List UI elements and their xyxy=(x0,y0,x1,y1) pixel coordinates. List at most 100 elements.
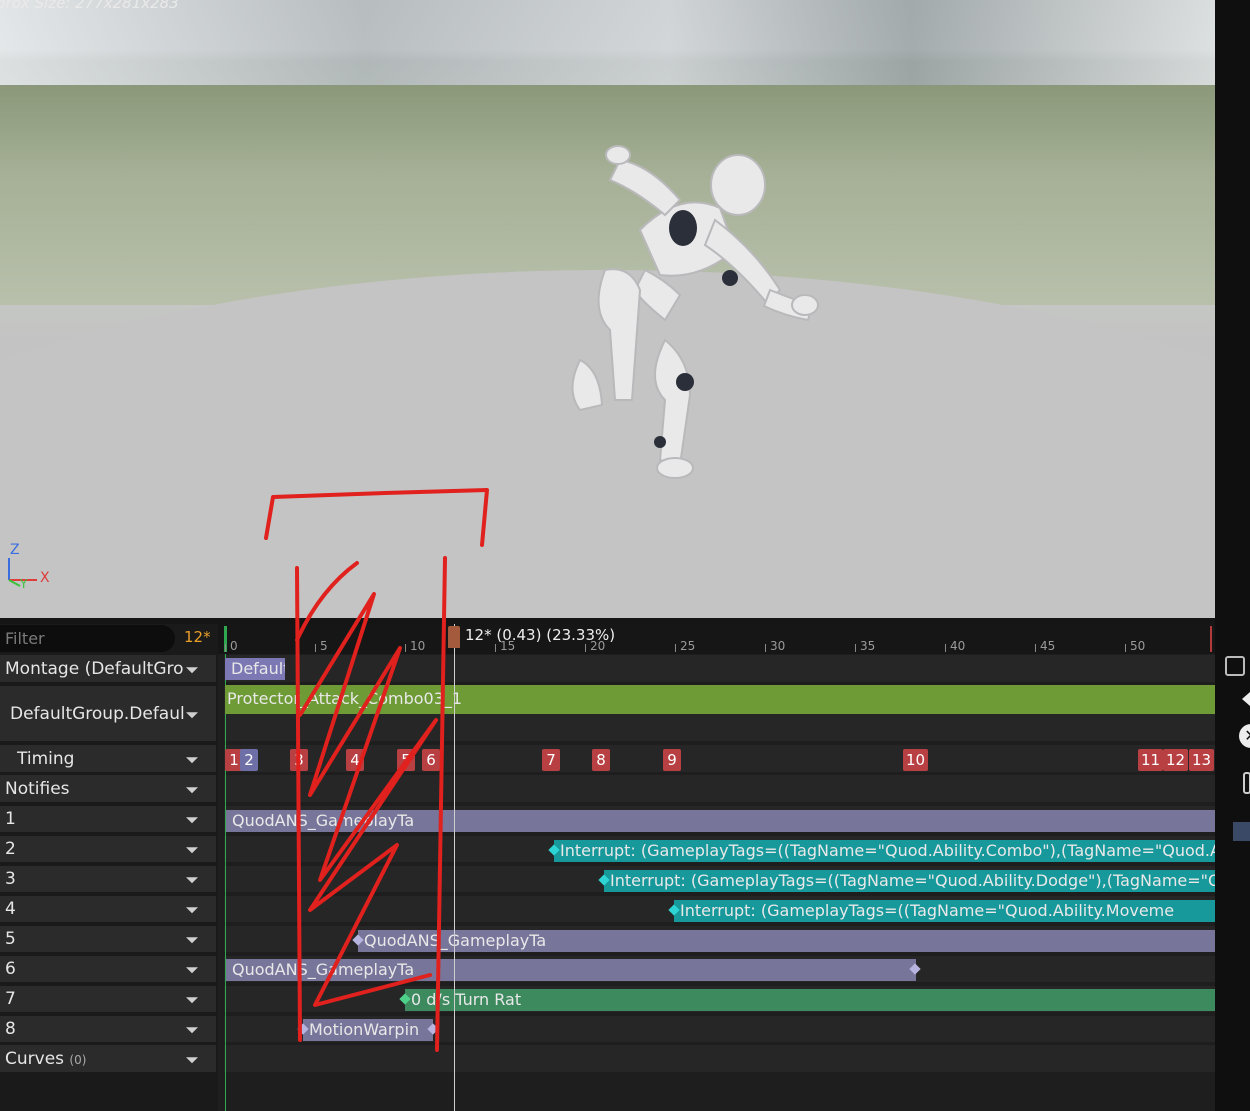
x-axis-label: X xyxy=(40,570,50,586)
ruler-tick-label: 5 xyxy=(320,639,328,653)
chevron-down-icon[interactable] xyxy=(186,1056,198,1063)
notify-row-1[interactable]: 1 xyxy=(0,806,216,832)
animation-viewport[interactable]: prox Size: 277x281x283 Z X Y xyxy=(0,0,1215,618)
search-icon[interactable] xyxy=(1225,656,1245,676)
anim-segment[interactable]: Protector_Attack_Combo03_1 xyxy=(225,685,1215,714)
chevron-down-icon[interactable] xyxy=(186,907,198,914)
ruler-end-marker xyxy=(1210,626,1212,652)
ruler-tick xyxy=(585,644,586,652)
mannequin-figure xyxy=(571,145,819,479)
chevron-down-icon[interactable] xyxy=(186,847,198,854)
z-axis-label: Z xyxy=(10,542,20,558)
ruler-tick-label: 25 xyxy=(680,639,696,653)
timing-marker[interactable]: 6 xyxy=(422,749,440,771)
timing-marker[interactable]: 2 xyxy=(240,749,258,771)
chevron-down-icon[interactable] xyxy=(186,786,198,793)
chevron-down-icon[interactable] xyxy=(186,666,198,673)
proxy-size-label: prox Size: 277x281x283 xyxy=(0,0,179,12)
notify-interrupt-dodge[interactable]: Interrupt: (GameplayTags=((TagName="Quod… xyxy=(604,870,1215,892)
notify-interrupt-movement[interactable]: Interrupt: (GameplayTags=((TagName="Quod… xyxy=(674,900,1215,922)
notify-row-label: 5 xyxy=(5,929,16,949)
chevron-down-icon[interactable] xyxy=(186,756,198,763)
ruler-tick xyxy=(405,644,406,652)
notify-row-6[interactable]: 6 xyxy=(0,956,216,982)
timing-marker[interactable]: 5 xyxy=(397,749,415,771)
notify-row-7[interactable]: 7 xyxy=(0,986,216,1012)
notify-turn-rate[interactable]: 0 d/s Turn Rat xyxy=(405,989,1215,1011)
notify-state-gameplay-tag-6[interactable]: QuodANS_GameplayTa xyxy=(226,959,916,981)
notify-row-2[interactable]: 2 xyxy=(0,836,216,862)
filter-input[interactable] xyxy=(0,625,175,652)
curves-track[interactable]: Curves (0) xyxy=(0,1045,216,1072)
ruler-tick xyxy=(675,644,676,652)
background-blur xyxy=(0,0,1215,90)
timing-marker[interactable]: 13 xyxy=(1189,749,1215,771)
timing-lane xyxy=(224,745,1215,772)
timing-marker[interactable]: 3 xyxy=(290,749,308,771)
montage-track[interactable]: Montage (DefaultGro xyxy=(0,655,216,682)
default-group-track[interactable]: DefaultGroup.Defaul xyxy=(0,686,216,741)
options-icon[interactable] xyxy=(1243,772,1250,794)
notify-row-label: 4 xyxy=(5,899,16,919)
chevron-down-icon[interactable] xyxy=(186,937,198,944)
montage-section-default[interactable]: Default xyxy=(225,658,285,680)
ruler-tick xyxy=(315,644,316,652)
default-group-label: DefaultGroup.Defaul xyxy=(10,703,185,724)
timing-marker[interactable]: 10 xyxy=(903,749,929,771)
notify-state-gameplay-tag-1[interactable]: QuodANS_GameplayTa xyxy=(226,810,1215,832)
curves-label: Curves (0) xyxy=(5,1048,87,1069)
ruler-tick xyxy=(945,644,946,652)
timing-marker[interactable]: 12 xyxy=(1163,749,1189,771)
ruler-tick xyxy=(495,644,496,652)
chevron-down-icon[interactable] xyxy=(186,967,198,974)
notify-interrupt-combo[interactable]: Interrupt: (GameplayTags=((TagName="Quod… xyxy=(554,840,1215,862)
ruler-tick-label: 0 xyxy=(230,639,238,653)
notify-row-label: 2 xyxy=(5,839,16,859)
timing-marker[interactable]: 9 xyxy=(663,749,681,771)
axis-gizmo xyxy=(8,558,37,587)
chevron-down-icon[interactable] xyxy=(186,997,198,1004)
ruler-tick-label: 35 xyxy=(860,639,876,653)
notify-row-8[interactable]: 8 xyxy=(0,1016,216,1042)
ruler-tick xyxy=(225,644,226,652)
frame-count: 12* xyxy=(184,628,211,646)
curves-count: (0) xyxy=(69,1052,87,1067)
chevron-left-icon[interactable] xyxy=(1242,692,1250,706)
notify-row-3[interactable]: 3 xyxy=(0,866,216,892)
ruler-tick xyxy=(1125,644,1126,652)
chevron-down-icon[interactable] xyxy=(186,1027,198,1034)
ruler-tick xyxy=(1035,644,1036,652)
timing-marker[interactable]: 4 xyxy=(346,749,364,771)
chevron-down-icon[interactable] xyxy=(186,711,198,718)
notify-motion-warping[interactable]: MotionWarpin xyxy=(303,1019,433,1041)
notify-row-4[interactable]: 4 xyxy=(0,896,216,922)
ruler-tick-label: 10 xyxy=(410,639,426,653)
notify-state-gameplay-tag-5[interactable]: QuodANS_GameplayTa xyxy=(358,930,1215,952)
notify-row-label: 8 xyxy=(5,1019,16,1039)
right-toolbar: ✕ xyxy=(1215,0,1250,1111)
close-icon[interactable]: ✕ xyxy=(1239,724,1250,748)
notify-row-5[interactable]: 5 xyxy=(0,926,216,952)
notifies-lane xyxy=(224,775,1215,802)
timing-marker[interactable]: 7 xyxy=(542,749,560,771)
notify-row-label: 3 xyxy=(5,869,16,889)
chevron-down-icon[interactable] xyxy=(186,817,198,824)
time-ruler[interactable]: 0 5 10 15 20 25 30 35 40 45 50 12* (0.43… xyxy=(218,624,1215,654)
notifies-track[interactable]: Notifies xyxy=(0,775,216,802)
timing-marker[interactable]: 11 xyxy=(1138,749,1164,771)
ruler-tick-label: 40 xyxy=(950,639,966,653)
timing-marker[interactable]: 8 xyxy=(592,749,610,771)
playhead-handle[interactable] xyxy=(448,626,460,648)
timing-label: Timing xyxy=(17,748,75,769)
montage-track-label: Montage (DefaultGro xyxy=(5,658,184,679)
timing-track[interactable]: Timing xyxy=(0,745,216,772)
selection-strip xyxy=(1233,822,1250,841)
y-axis-label: Y xyxy=(20,577,28,591)
notify-row-label: 1 xyxy=(5,809,16,829)
montage-lane xyxy=(224,655,1215,682)
timeline-panel[interactable]: 0 5 10 15 20 25 30 35 40 45 50 12* (0.43… xyxy=(218,624,1215,1111)
chevron-down-icon[interactable] xyxy=(186,877,198,884)
curves-lane xyxy=(224,1045,1215,1072)
ruler-tick xyxy=(765,644,766,652)
ruler-tick-label: 50 xyxy=(1130,639,1146,653)
